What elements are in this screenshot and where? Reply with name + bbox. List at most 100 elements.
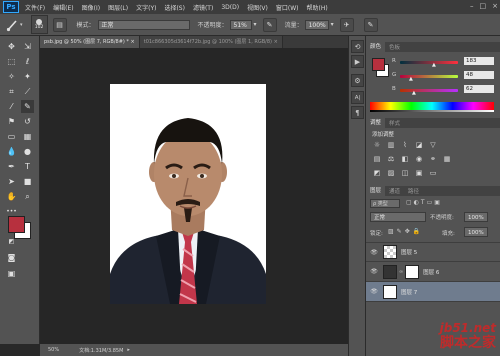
clone-stamp-tool-icon[interactable]: ⚑ [5, 115, 18, 128]
tab-paths[interactable]: 路径 [404, 187, 423, 195]
eye-icon[interactable]: 👁 [369, 249, 379, 256]
slice-tool-icon[interactable]: ⟋ [21, 85, 34, 98]
quick-mask-icon[interactable]: ◙ [5, 251, 18, 264]
menu-window[interactable]: 窗口(W) [276, 3, 299, 12]
brush-size-picker[interactable]: 102 [30, 15, 48, 34]
close-button[interactable]: × [492, 2, 498, 10]
history-panel-icon[interactable]: ⟲ [351, 40, 364, 53]
tab-styles[interactable]: 样式 [385, 119, 404, 127]
blue-value-input[interactable]: 62 [464, 85, 494, 93]
layer-filter-icons[interactable]: ▢◐T▭▣ [406, 199, 442, 206]
red-slider-handle-icon[interactable]: ▲ [432, 62, 436, 68]
eye-icon[interactable]: 👁 [369, 268, 379, 275]
brush-panel-toggle-icon[interactable]: ▤ [52, 17, 67, 32]
blue-slider[interactable] [400, 89, 458, 92]
menu-select[interactable]: 选择(S) [164, 3, 185, 12]
black-white-icon[interactable]: ◧ [400, 154, 410, 163]
invert-icon[interactable]: ◩ [372, 168, 382, 177]
photo-filter-icon[interactable]: ◉ [414, 154, 424, 163]
brightness-contrast-icon[interactable]: ☼ [372, 140, 382, 149]
pressure-opacity-icon[interactable]: ✎ [262, 17, 277, 32]
gradient-tool-icon[interactable]: ▦ [21, 130, 34, 143]
menu-view[interactable]: 视图(V) [247, 3, 268, 12]
menu-filter[interactable]: 滤镜(T) [193, 3, 213, 12]
tab-t01[interactable]: t01c866305d3614f72b.jpg @ 100% (图层 1, RG… [139, 36, 283, 48]
mode-select[interactable]: 正常 [97, 19, 190, 30]
dodge-tool-icon[interactable]: ● [21, 145, 34, 158]
menu-type[interactable]: 文字(Y) [136, 3, 156, 12]
history-brush-tool-icon[interactable]: ↺ [21, 115, 34, 128]
blue-slider-handle-icon[interactable]: ▲ [412, 90, 416, 96]
layer-row-selected[interactable]: 👁 图层 7 [366, 282, 500, 302]
tab-psb[interactable]: psb.jpg @ 50% (图层 7, RGB/8#) * × [40, 36, 140, 48]
grayscale-ramp[interactable] [370, 110, 494, 112]
path-select-tool-icon[interactable]: ➤ [5, 175, 18, 188]
properties-panel-icon[interactable]: ⚙ [351, 74, 364, 87]
menu-image[interactable]: 图像(I) [82, 3, 100, 12]
threshold-icon[interactable]: ◫ [400, 168, 410, 177]
magic-wand-tool-icon[interactable]: ✦ [21, 70, 34, 83]
pen-tool-icon[interactable]: ✒ [5, 160, 18, 173]
zoom-tool-icon[interactable]: ⌕ [21, 190, 34, 203]
menu-help[interactable]: 帮助(H) [307, 3, 328, 12]
menu-3d[interactable]: 3D(D) [221, 4, 239, 11]
minimize-button[interactable]: – [470, 2, 474, 10]
move-tool-alt-icon[interactable]: ⇲ [21, 40, 34, 53]
eyedropper-tool-icon[interactable]: ⁄ [5, 100, 18, 113]
curves-icon[interactable]: ⌇ [400, 140, 410, 149]
default-colors-icon[interactable]: ◩ [5, 235, 18, 248]
layer-kind-filter[interactable]: ρ 类型 [370, 199, 400, 208]
green-slider-handle-icon[interactable]: ▲ [409, 76, 413, 82]
actions-panel-icon[interactable]: ▶ [351, 55, 364, 68]
tab-close-icon[interactable]: × [274, 39, 278, 45]
status-menu-icon[interactable]: ▸ [127, 347, 130, 353]
layer-row[interactable]: 👁 ∞ 图层 6 [366, 262, 500, 282]
maximize-button[interactable]: □ [480, 2, 487, 10]
character-panel-icon[interactable]: A| [351, 91, 364, 104]
gradient-map-icon[interactable]: ▭ [428, 168, 438, 177]
posterize-icon[interactable]: ▨ [386, 168, 396, 177]
fill-input[interactable]: 100% [464, 227, 488, 237]
color-lookup-icon[interactable]: ▦ [442, 154, 452, 163]
flow-input[interactable]: 100% [304, 19, 329, 30]
quick-select-tool-icon[interactable]: ✧ [5, 70, 18, 83]
flow-dropdown-icon[interactable]: ▾ [331, 21, 334, 28]
type-tool-icon[interactable]: T [21, 160, 34, 173]
move-tool-icon[interactable]: ✥ [5, 40, 18, 53]
lasso-tool-icon[interactable]: ℓ [21, 55, 34, 68]
tab-color[interactable]: 颜色 [366, 42, 386, 52]
levels-icon[interactable]: ▥ [386, 140, 396, 149]
screen-mode-icon[interactable]: ▣ [5, 267, 18, 280]
airbrush-icon[interactable]: ✈ [339, 17, 354, 32]
tab-swatches[interactable]: 色板 [385, 43, 404, 51]
layer-row[interactable]: 👁 图层 5 [366, 242, 500, 262]
shape-tool-icon[interactable]: ■ [21, 175, 34, 188]
eraser-tool-icon[interactable]: ▭ [5, 130, 18, 143]
tab-close-icon[interactable]: × [131, 39, 135, 45]
paragraph-panel-icon[interactable]: ¶ [351, 106, 364, 119]
brush-tool-icon[interactable]: ✎ [21, 100, 34, 113]
red-slider[interactable] [400, 61, 458, 64]
zoom-level[interactable]: 50% [48, 347, 59, 353]
channel-mixer-icon[interactable]: ⚭ [428, 154, 438, 163]
exposure-icon[interactable]: ◪ [414, 140, 424, 149]
blend-mode-select[interactable]: 正常 [370, 212, 426, 222]
tab-adjustments[interactable]: 调整 [366, 118, 386, 128]
vibrance-icon[interactable]: ▽ [428, 140, 438, 149]
blur-tool-icon[interactable]: 💧 [5, 145, 18, 158]
opacity-input[interactable]: 51% [229, 19, 252, 30]
pressure-size-icon[interactable]: ✎ [363, 17, 378, 32]
foreground-color-swatch[interactable] [8, 216, 25, 233]
tab-channels[interactable]: 通道 [385, 187, 404, 195]
color-spectrum-bar[interactable] [370, 102, 494, 110]
brush-tool-preset[interactable]: ▾ [5, 18, 23, 32]
hue-saturation-icon[interactable]: ▤ [372, 154, 382, 163]
lock-icons[interactable]: ▨✎✥🔒 [388, 228, 423, 235]
eye-icon[interactable]: 👁 [369, 288, 379, 295]
menu-file[interactable]: 文件(F) [25, 3, 45, 12]
color-balance-icon[interactable]: ⚖ [386, 154, 396, 163]
crop-tool-icon[interactable]: ⌗ [5, 85, 18, 98]
selective-color-icon[interactable]: ▣ [414, 168, 424, 177]
tab-layers[interactable]: 图层 [366, 186, 386, 196]
opacity-dropdown-icon[interactable]: ▾ [254, 21, 257, 28]
